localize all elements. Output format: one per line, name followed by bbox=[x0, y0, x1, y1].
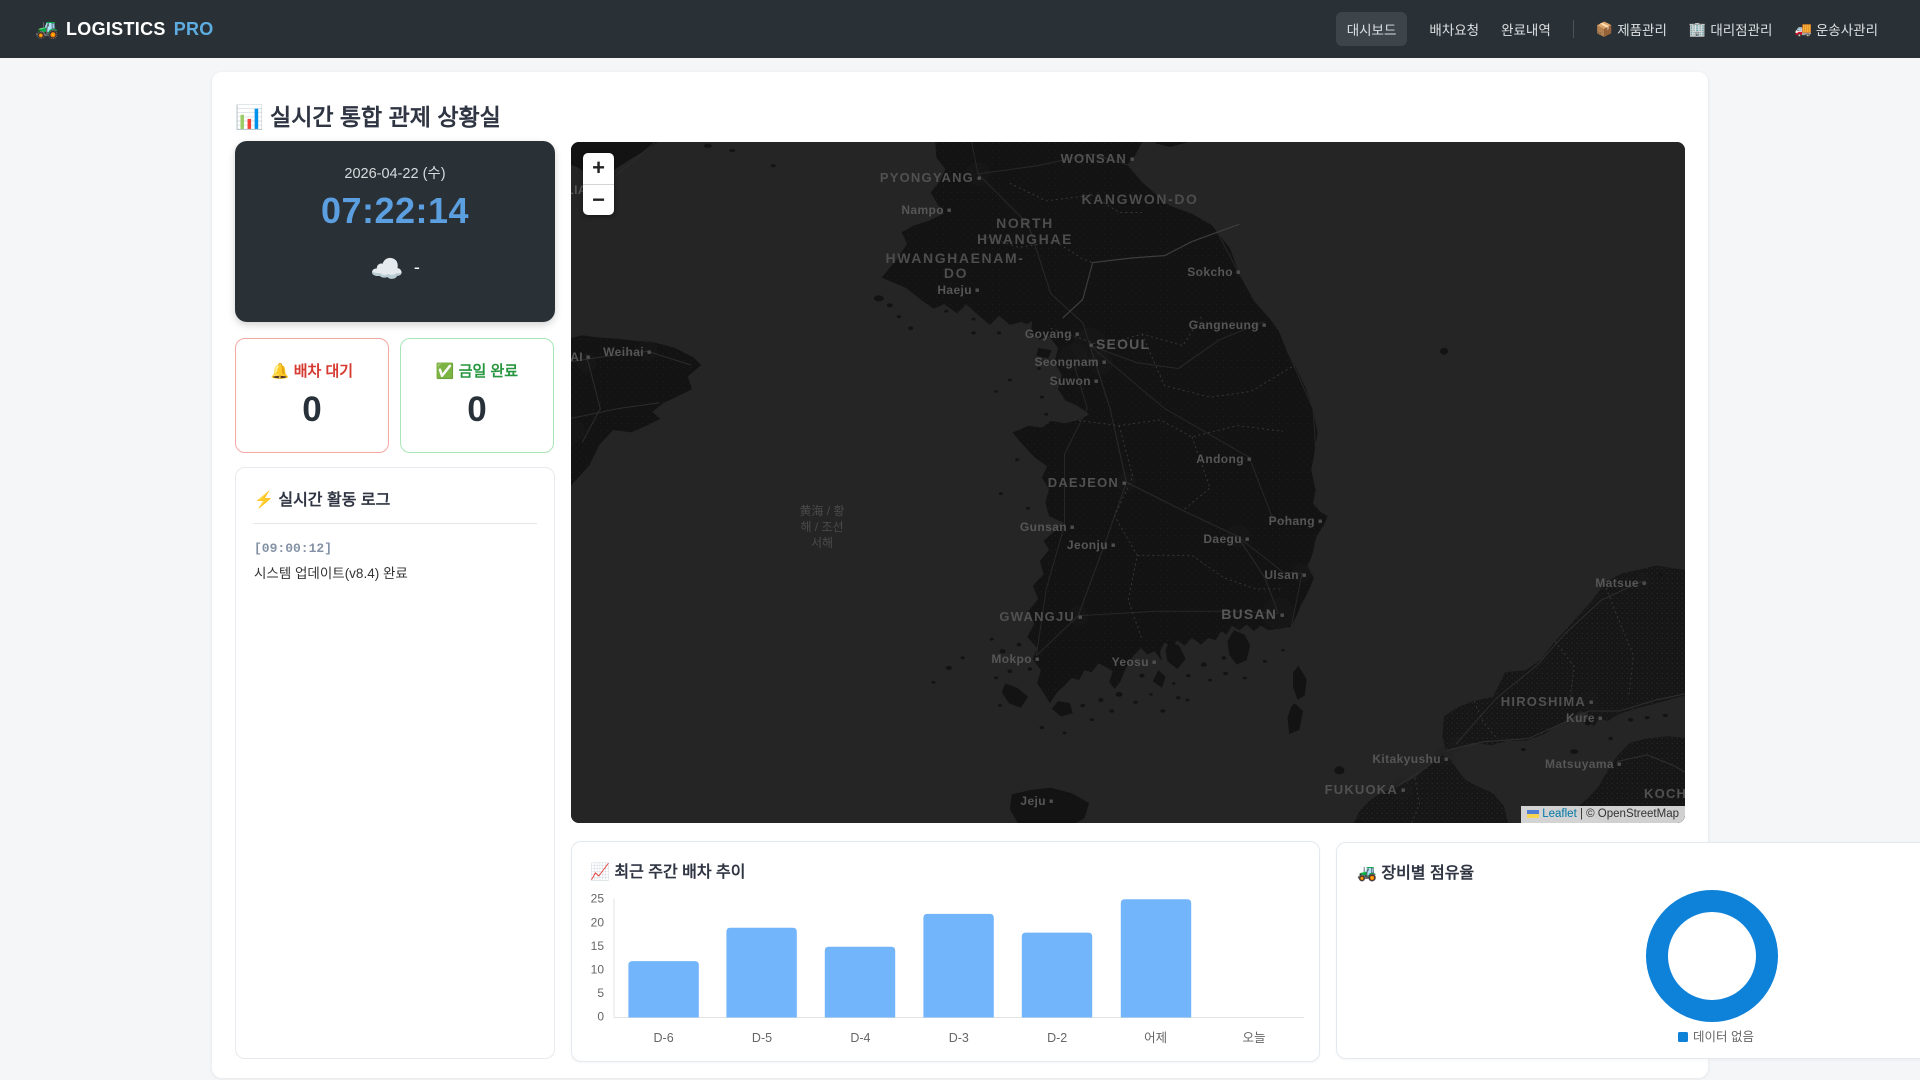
svg-text:BUSAN: BUSAN bbox=[1221, 606, 1277, 622]
svg-text:Gunsan: Gunsan bbox=[1020, 520, 1067, 534]
svg-text:Haeju: Haeju bbox=[937, 283, 972, 297]
svg-text:FUKUOKA: FUKUOKA bbox=[1325, 782, 1398, 797]
svg-text:DAEJEON: DAEJEON bbox=[1048, 475, 1119, 490]
svg-text:HIROSHIMA: HIROSHIMA bbox=[1501, 694, 1586, 709]
svg-text:WONSAN: WONSAN bbox=[1061, 151, 1127, 166]
svg-text:Kitakyushu: Kitakyushu bbox=[1372, 752, 1441, 766]
svg-text:HWANGHAENAM-: HWANGHAENAM- bbox=[886, 250, 1025, 266]
svg-text:Kure: Kure bbox=[1566, 711, 1595, 725]
svg-text:Pohang: Pohang bbox=[1269, 514, 1315, 528]
svg-text:Jeju: Jeju bbox=[1020, 794, 1046, 808]
svg-text:KANGWON-DO: KANGWON-DO bbox=[1081, 191, 1198, 207]
svg-text:Gangneung: Gangneung bbox=[1189, 318, 1259, 332]
svg-text:D-2: D-2 bbox=[1047, 1031, 1067, 1045]
svg-text:데이터 없음: 데이터 없음 bbox=[1693, 1030, 1754, 1044]
svg-text:D-3: D-3 bbox=[949, 1031, 969, 1045]
svg-text:해 / 조선: 해 / 조선 bbox=[800, 520, 843, 534]
svg-text:Suwon: Suwon bbox=[1050, 374, 1091, 388]
svg-text:Matsuyama: Matsuyama bbox=[1545, 757, 1614, 771]
svg-text:HWANGHAE: HWANGHAE bbox=[977, 231, 1073, 247]
svg-text:D-4: D-4 bbox=[850, 1031, 870, 1045]
svg-text:0: 0 bbox=[597, 1010, 604, 1024]
svg-text:Weihai: Weihai bbox=[603, 345, 644, 359]
svg-text:오늘: 오늘 bbox=[1242, 1031, 1265, 1045]
svg-text:DO: DO bbox=[944, 265, 968, 281]
svg-text:Daegu: Daegu bbox=[1203, 532, 1242, 546]
svg-text:D-5: D-5 bbox=[752, 1031, 772, 1045]
svg-text:Matsue: Matsue bbox=[1595, 576, 1639, 590]
svg-text:15: 15 bbox=[591, 939, 605, 953]
svg-text:NORTH: NORTH bbox=[996, 215, 1054, 231]
svg-text:10: 10 bbox=[591, 962, 605, 976]
svg-text:25: 25 bbox=[591, 892, 605, 906]
svg-text:어제: 어제 bbox=[1144, 1031, 1167, 1045]
svg-text:Andong: Andong bbox=[1196, 452, 1244, 466]
svg-text:Sokcho: Sokcho bbox=[1187, 265, 1233, 279]
svg-text:Jeonju: Jeonju bbox=[1067, 538, 1108, 552]
svg-text:Mokpo: Mokpo bbox=[991, 652, 1032, 666]
svg-text:Goyang: Goyang bbox=[1025, 327, 1072, 341]
svg-text:Yeosu: Yeosu bbox=[1112, 655, 1149, 669]
svg-text:Seongnam: Seongnam bbox=[1034, 355, 1099, 369]
svg-text:D-6: D-6 bbox=[654, 1031, 674, 1045]
svg-text:5: 5 bbox=[597, 986, 604, 1000]
svg-text:黄海 / 황: 黄海 / 황 bbox=[799, 504, 844, 518]
svg-text:YANTAI: YANTAI bbox=[571, 350, 583, 364]
svg-text:KOCHI: KOCHI bbox=[1644, 786, 1685, 801]
svg-text:서해: 서해 bbox=[811, 536, 833, 550]
svg-text:SEOUL: SEOUL bbox=[1096, 336, 1150, 352]
svg-text:GWANGJU: GWANGJU bbox=[999, 609, 1075, 624]
svg-text:20: 20 bbox=[591, 915, 605, 929]
svg-text:Ulsan: Ulsan bbox=[1264, 568, 1299, 582]
svg-text:Nampo: Nampo bbox=[901, 203, 944, 217]
svg-text:PYONGYANG: PYONGYANG bbox=[880, 170, 974, 185]
